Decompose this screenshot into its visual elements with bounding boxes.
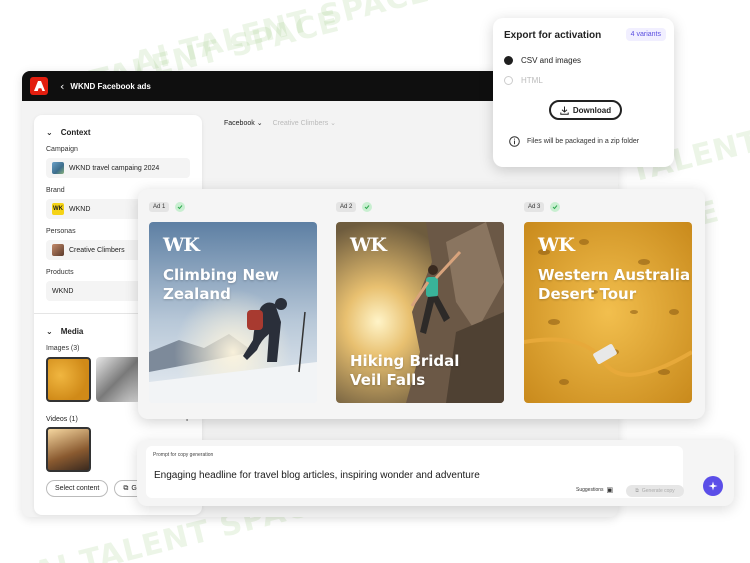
page-title: WKND Facebook ads (70, 81, 151, 91)
select-content-button[interactable]: Select content (46, 480, 109, 497)
videos-label: Videos (1) (46, 416, 78, 423)
zip-note: Files will be packaged in a zip folder (509, 136, 639, 147)
campaign-field[interactable]: WKND travel campaing 2024 (46, 158, 190, 178)
chevron-down-icon: ⌄ (256, 120, 263, 127)
channel-dropdown[interactable]: Facebook ⌄ (224, 119, 263, 127)
ad-headline: Western Australia Desert Tour (538, 266, 692, 304)
chevron-left-icon[interactable]: ‹ (60, 80, 64, 93)
generate-copy-label: Generate copy (641, 488, 675, 494)
radio-selected-icon (504, 56, 513, 65)
prompt-label: Prompt for copy generation (153, 452, 214, 458)
media-heading: Media (60, 327, 84, 336)
export-popover: Export for activation 4 variants CSV and… (493, 18, 674, 167)
download-label: Download (572, 105, 612, 115)
ad-headline-line: Climbing New (163, 266, 280, 284)
video-thumbnail[interactable] (46, 427, 91, 472)
radio-html[interactable]: HTML (504, 76, 543, 85)
brand-value: WKND (69, 205, 91, 213)
ad-tag: Ad 2 (336, 202, 357, 212)
ad-variant: Ad 1 WK Climbing New Zealand (149, 201, 317, 403)
radio-csv-images[interactable]: CSV and images (504, 56, 581, 65)
info-icon (509, 136, 520, 147)
generate-icon: ⧉ (123, 484, 129, 492)
suggestions-label: Suggestions (576, 487, 604, 493)
ad-headline: Climbing New Zealand (163, 266, 313, 304)
check-icon (362, 202, 373, 212)
check-icon (175, 202, 186, 212)
adobe-logo[interactable] (30, 77, 48, 95)
variants-badge: 4 variants (625, 28, 666, 41)
prompt-text[interactable]: Engaging headline for travel blog articl… (154, 470, 480, 481)
zip-note-text: Files will be packaged in a zip folder (527, 138, 640, 145)
ad-headline-line: Hiking Bridal (350, 352, 460, 370)
context-heading: Context (60, 128, 91, 137)
radio-unselected-icon (504, 76, 513, 85)
ad-headline-line: Zealand (163, 285, 231, 303)
generate-icon: ⧉ (635, 488, 639, 494)
persona-filter-label: Creative Climbers (272, 120, 329, 127)
chevron-down-icon: ⌄ (330, 120, 337, 127)
chevron-down-icon: ⌄ (46, 128, 53, 137)
persona-avatar (52, 244, 64, 256)
wknd-logo: WK (163, 234, 200, 256)
prompt-panel: Prompt for copy generation Engaging head… (137, 440, 734, 506)
ad-card[interactable]: WK Climbing New Zealand (149, 222, 317, 403)
wknd-logo: WK (538, 234, 575, 256)
context-section-header[interactable]: ⌄ Context (34, 115, 202, 137)
campaign-value: WKND travel campaing 2024 (69, 164, 160, 172)
campaign-thumbnail (52, 162, 64, 174)
ad-card[interactable]: WK Hiking Bridal Veil Falls (336, 222, 504, 403)
sparkle-icon (708, 481, 718, 491)
personas-value: Creative Climbers (69, 246, 125, 254)
ai-assistant-button[interactable] (703, 476, 723, 496)
radio-label: HTML (521, 76, 543, 85)
download-button[interactable]: Download (549, 100, 622, 120)
suggestions-icon: ▣ (606, 487, 614, 494)
ads-preview-panel: Ad 1 WK Climbing New Zealand Ad 2 WK Hik… (138, 189, 705, 419)
prompt-input[interactable]: Prompt for copy generation Engaging head… (146, 446, 684, 498)
image-thumbnail-desert[interactable] (46, 357, 91, 402)
ad-variant: Ad 3 WK Western Australia Desert Tour (524, 201, 692, 403)
ad-tag: Ad 1 (149, 202, 170, 212)
ad-tag: Ad 3 (524, 202, 545, 212)
campaign-label: Campaign (46, 146, 78, 153)
ad-variant: Ad 2 WK Hiking Bridal Veil Falls (336, 201, 504, 403)
radio-label: CSV and images (521, 56, 582, 65)
brand-logo: WK (52, 203, 64, 215)
ad-headline-line: Veil Falls (350, 371, 426, 389)
check-icon (550, 202, 561, 212)
ad-headline-line: Western Australia (538, 266, 691, 284)
ad-card[interactable]: WK Western Australia Desert Tour (524, 222, 692, 403)
chevron-down-icon: ⌄ (46, 327, 53, 336)
ad-headline: Hiking Bridal Veil Falls (350, 352, 500, 390)
export-title: Export for activation (504, 30, 602, 41)
channel-filters: Facebook ⌄ Creative Climbers ⌄ (224, 119, 336, 127)
products-value: WKND (52, 287, 74, 295)
download-icon (560, 106, 569, 115)
suggestions-button[interactable]: Suggestions ▣ (576, 486, 613, 494)
channel-label: Facebook (224, 120, 255, 127)
watermark: AI TALENT SPACE (130, 0, 434, 82)
generate-copy-button[interactable]: ⧉ Generate copy (626, 485, 684, 497)
image-thumbnail-snow[interactable] (96, 357, 141, 402)
ad-headline-line: Desert Tour (538, 285, 637, 303)
persona-dropdown[interactable]: Creative Climbers ⌄ (273, 119, 336, 127)
wknd-logo: WK (350, 234, 387, 256)
